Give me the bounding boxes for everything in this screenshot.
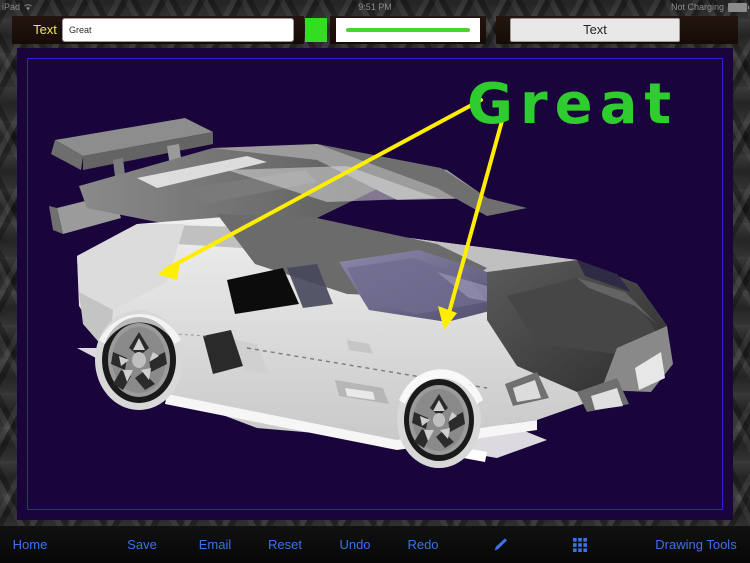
redo-button[interactable]: Redo <box>400 526 446 563</box>
reset-button[interactable]: Reset <box>262 526 308 563</box>
text-mode-button[interactable]: Text <box>510 18 680 42</box>
pencil-tool-button[interactable] <box>482 526 518 563</box>
app-root: iPad 9:51 PM Not Charging Text Text <box>0 0 750 563</box>
color-swatch-button[interactable] <box>305 18 327 42</box>
home-button[interactable]: Home <box>8 526 52 563</box>
pencil-icon <box>494 537 507 550</box>
drawing-canvas[interactable]: Great <box>17 48 733 520</box>
status-bar: iPad 9:51 PM Not Charging <box>0 0 750 14</box>
battery-status-label: Not Charging <box>670 2 724 12</box>
line-width-preview[interactable] <box>336 18 480 42</box>
battery-full-icon <box>728 2 749 12</box>
grid-tool-button[interactable] <box>562 526 598 563</box>
email-button[interactable]: Email <box>190 526 240 563</box>
status-bar-right: Not Charging <box>670 0 749 14</box>
car-render <box>49 118 673 468</box>
status-bar-time: 9:51 PM <box>358 2 392 12</box>
text-input[interactable] <box>62 18 294 42</box>
canvas-annotation-text: Great <box>467 72 679 137</box>
line-width-stroke <box>346 28 470 32</box>
rear-wheel <box>95 310 183 410</box>
drawing-tools-button[interactable]: Drawing Tools <box>650 526 742 563</box>
bottom-toolbar: Home Save Email Reset Undo Redo Drawing … <box>0 526 750 563</box>
undo-button[interactable]: Undo <box>332 526 378 563</box>
save-button[interactable]: Save <box>118 526 166 563</box>
grid-icon <box>573 537 587 552</box>
